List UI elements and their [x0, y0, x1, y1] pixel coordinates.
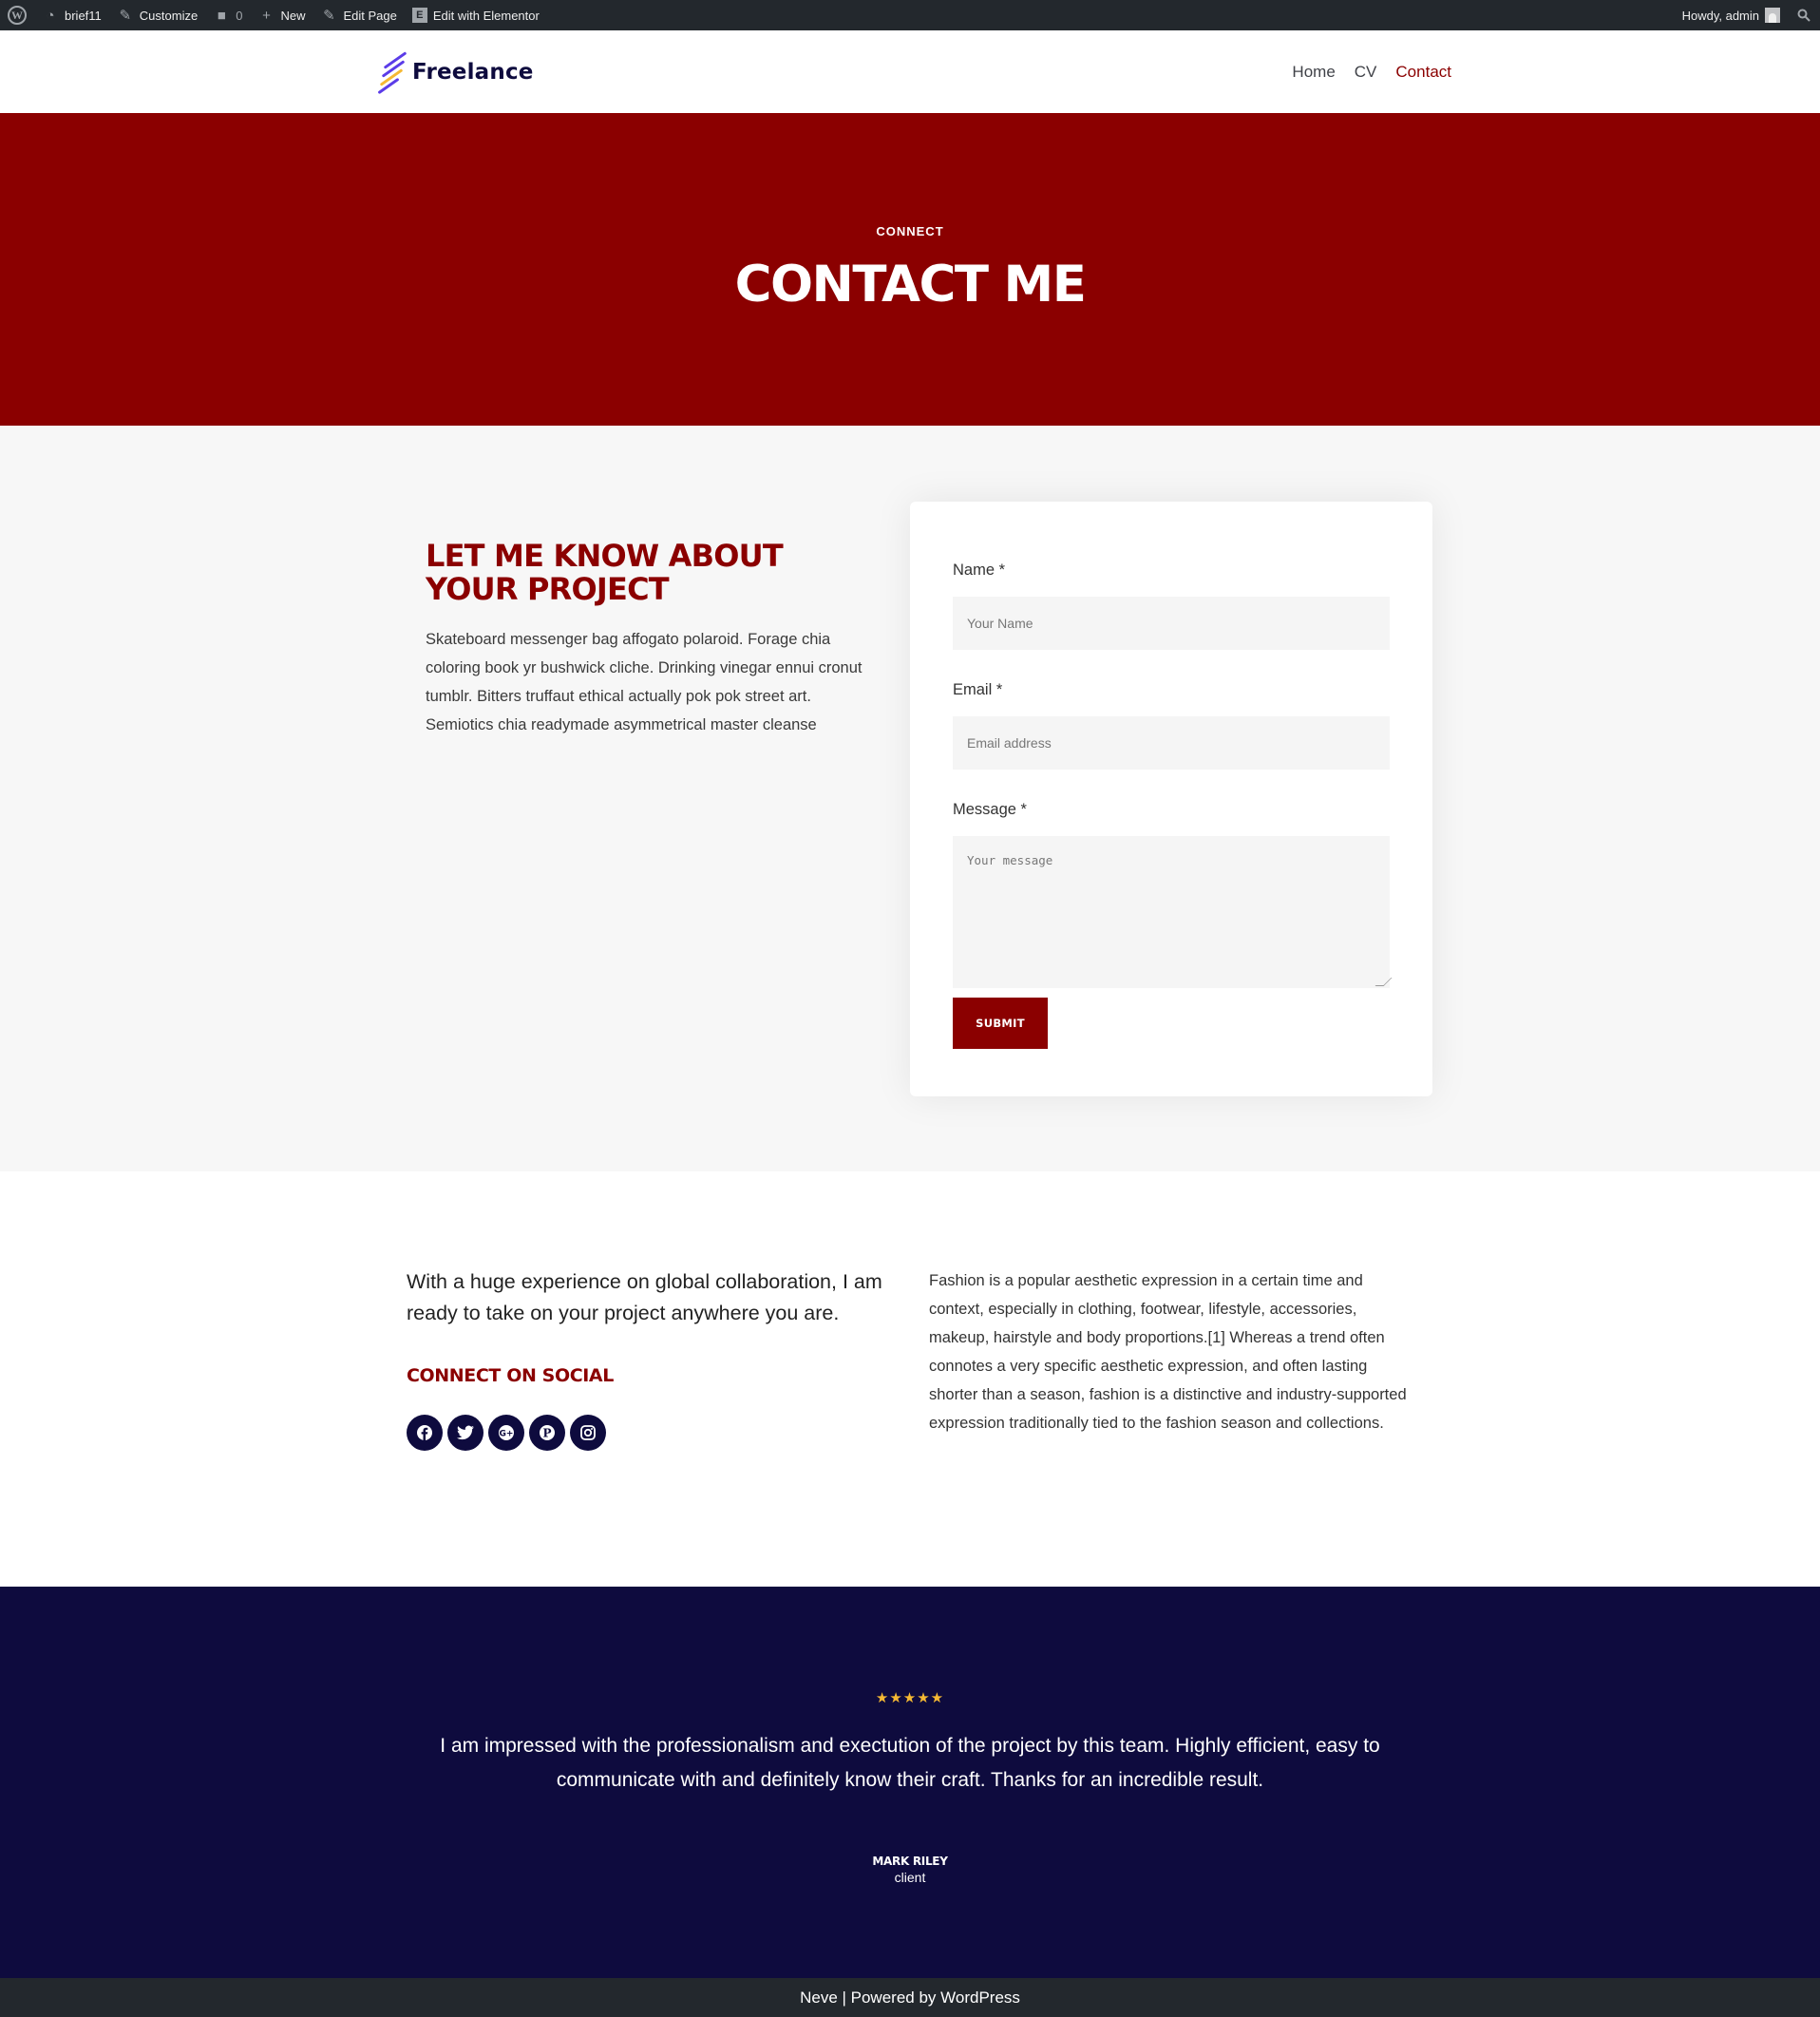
howdy-label: Howdy, admin: [1681, 8, 1759, 23]
comment-icon: ■: [217, 7, 226, 24]
testimonial-quote: I am impressed with the professionalism …: [440, 1735, 1380, 1791]
site-logo[interactable]: Freelance: [377, 48, 534, 97]
svg-text:G+: G+: [500, 1430, 514, 1439]
admin-bar: W ◔ brief11 ✎ Customize ■ 0 + New ✎ Edit…: [0, 0, 1820, 30]
google-plus-icon[interactable]: G+: [488, 1415, 524, 1451]
site-name-link[interactable]: ◔ brief11: [34, 0, 109, 30]
nav-home[interactable]: Home: [1292, 63, 1335, 82]
brush-icon: ✎: [119, 8, 132, 24]
name-label: Name *: [953, 561, 1006, 579]
email-label: Email *: [953, 681, 1003, 698]
nav-contact[interactable]: Contact: [1395, 63, 1451, 82]
new-label: New: [280, 8, 306, 23]
new-content-link[interactable]: + New: [250, 0, 313, 30]
resize-handle-icon[interactable]: [1374, 978, 1393, 986]
instagram-icon[interactable]: [570, 1415, 606, 1451]
social-heading: CONNECT ON SOCIAL: [407, 1365, 614, 1386]
customize-link[interactable]: ✎ Customize: [109, 0, 205, 30]
edit-elementor-label: Edit with Elementor: [432, 8, 540, 23]
pencil-icon: ✎: [323, 8, 335, 24]
logo-stripes-icon: [377, 48, 408, 97]
primary-nav: Home CV Contact: [1292, 30, 1451, 113]
twitter-icon[interactable]: [447, 1415, 483, 1451]
message-label: Message *: [953, 801, 1027, 818]
dashboard-icon: ◔: [46, 7, 55, 24]
svg-text:P: P: [542, 1427, 551, 1440]
about-body: Fashion is a popular aesthetic expressio…: [929, 1272, 1407, 1432]
pinterest-icon[interactable]: P: [529, 1415, 565, 1451]
hero-banner: CONNECT CONTACT ME: [0, 113, 1820, 426]
testimonial-role: client: [894, 1870, 926, 1885]
page-title: CONTACT ME: [734, 256, 1087, 314]
hero-kicker: CONNECT: [876, 224, 944, 238]
about-lead: With a huge experience on global collabo…: [407, 1270, 882, 1324]
edit-elementor-link[interactable]: E Edit with Elementor: [405, 0, 547, 30]
footer-credit: Neve | Powered by WordPress: [800, 1988, 1020, 2007]
comments-count: 0: [236, 8, 243, 23]
wordpress-menu[interactable]: W: [0, 0, 34, 30]
contact-section: LET ME KNOW ABOUT YOUR PROJECT Skateboar…: [0, 426, 1820, 1171]
testimonial-section: ★★★★★ I am impressed with the profession…: [0, 1587, 1820, 1978]
elementor-icon: E: [411, 8, 427, 23]
avatar: [1765, 8, 1780, 23]
email-input[interactable]: Email address: [953, 716, 1390, 770]
contact-body: Skateboard messenger bag affogato polaro…: [426, 631, 863, 733]
contact-form: Name * Your Name Email * Email address M…: [910, 502, 1432, 1096]
site-footer: Neve | Powered by WordPress: [0, 1978, 1820, 2017]
contact-heading: LET ME KNOW ABOUT YOUR PROJECT: [426, 538, 784, 607]
logo-text: Freelance: [412, 60, 534, 85]
customize-label: Customize: [139, 8, 199, 23]
site-header: Freelance Home CV Contact: [0, 30, 1820, 113]
edit-page-label: Edit Page: [343, 8, 397, 23]
about-left-column: With a huge experience on global collabo…: [407, 1266, 891, 1451]
nav-cv[interactable]: CV: [1355, 63, 1377, 82]
comments-link[interactable]: ■ 0: [205, 0, 250, 30]
edit-page-link[interactable]: ✎ Edit Page: [313, 0, 404, 30]
search-icon: [1795, 7, 1812, 24]
testimonial-author: MARK RILEY: [872, 1855, 948, 1868]
submit-button[interactable]: SUBMIT: [953, 998, 1048, 1049]
message-textarea[interactable]: Your message: [953, 836, 1393, 988]
my-account-link[interactable]: Howdy, admin: [1675, 0, 1788, 30]
wordpress-logo-icon: W: [8, 6, 27, 25]
about-section: With a huge experience on global collabo…: [0, 1171, 1820, 1587]
name-input[interactable]: Your Name: [953, 597, 1390, 650]
rating-stars: ★★★★★: [875, 1690, 945, 1706]
admin-search-button[interactable]: [1788, 0, 1820, 30]
plus-icon: +: [262, 7, 271, 24]
contact-intro: LET ME KNOW ABOUT YOUR PROJECT Skateboar…: [426, 540, 877, 739]
social-icons: G+ P: [407, 1415, 891, 1451]
message-placeholder: Your message: [967, 853, 1053, 867]
site-name-label: brief11: [65, 8, 102, 23]
facebook-icon[interactable]: [407, 1415, 443, 1451]
